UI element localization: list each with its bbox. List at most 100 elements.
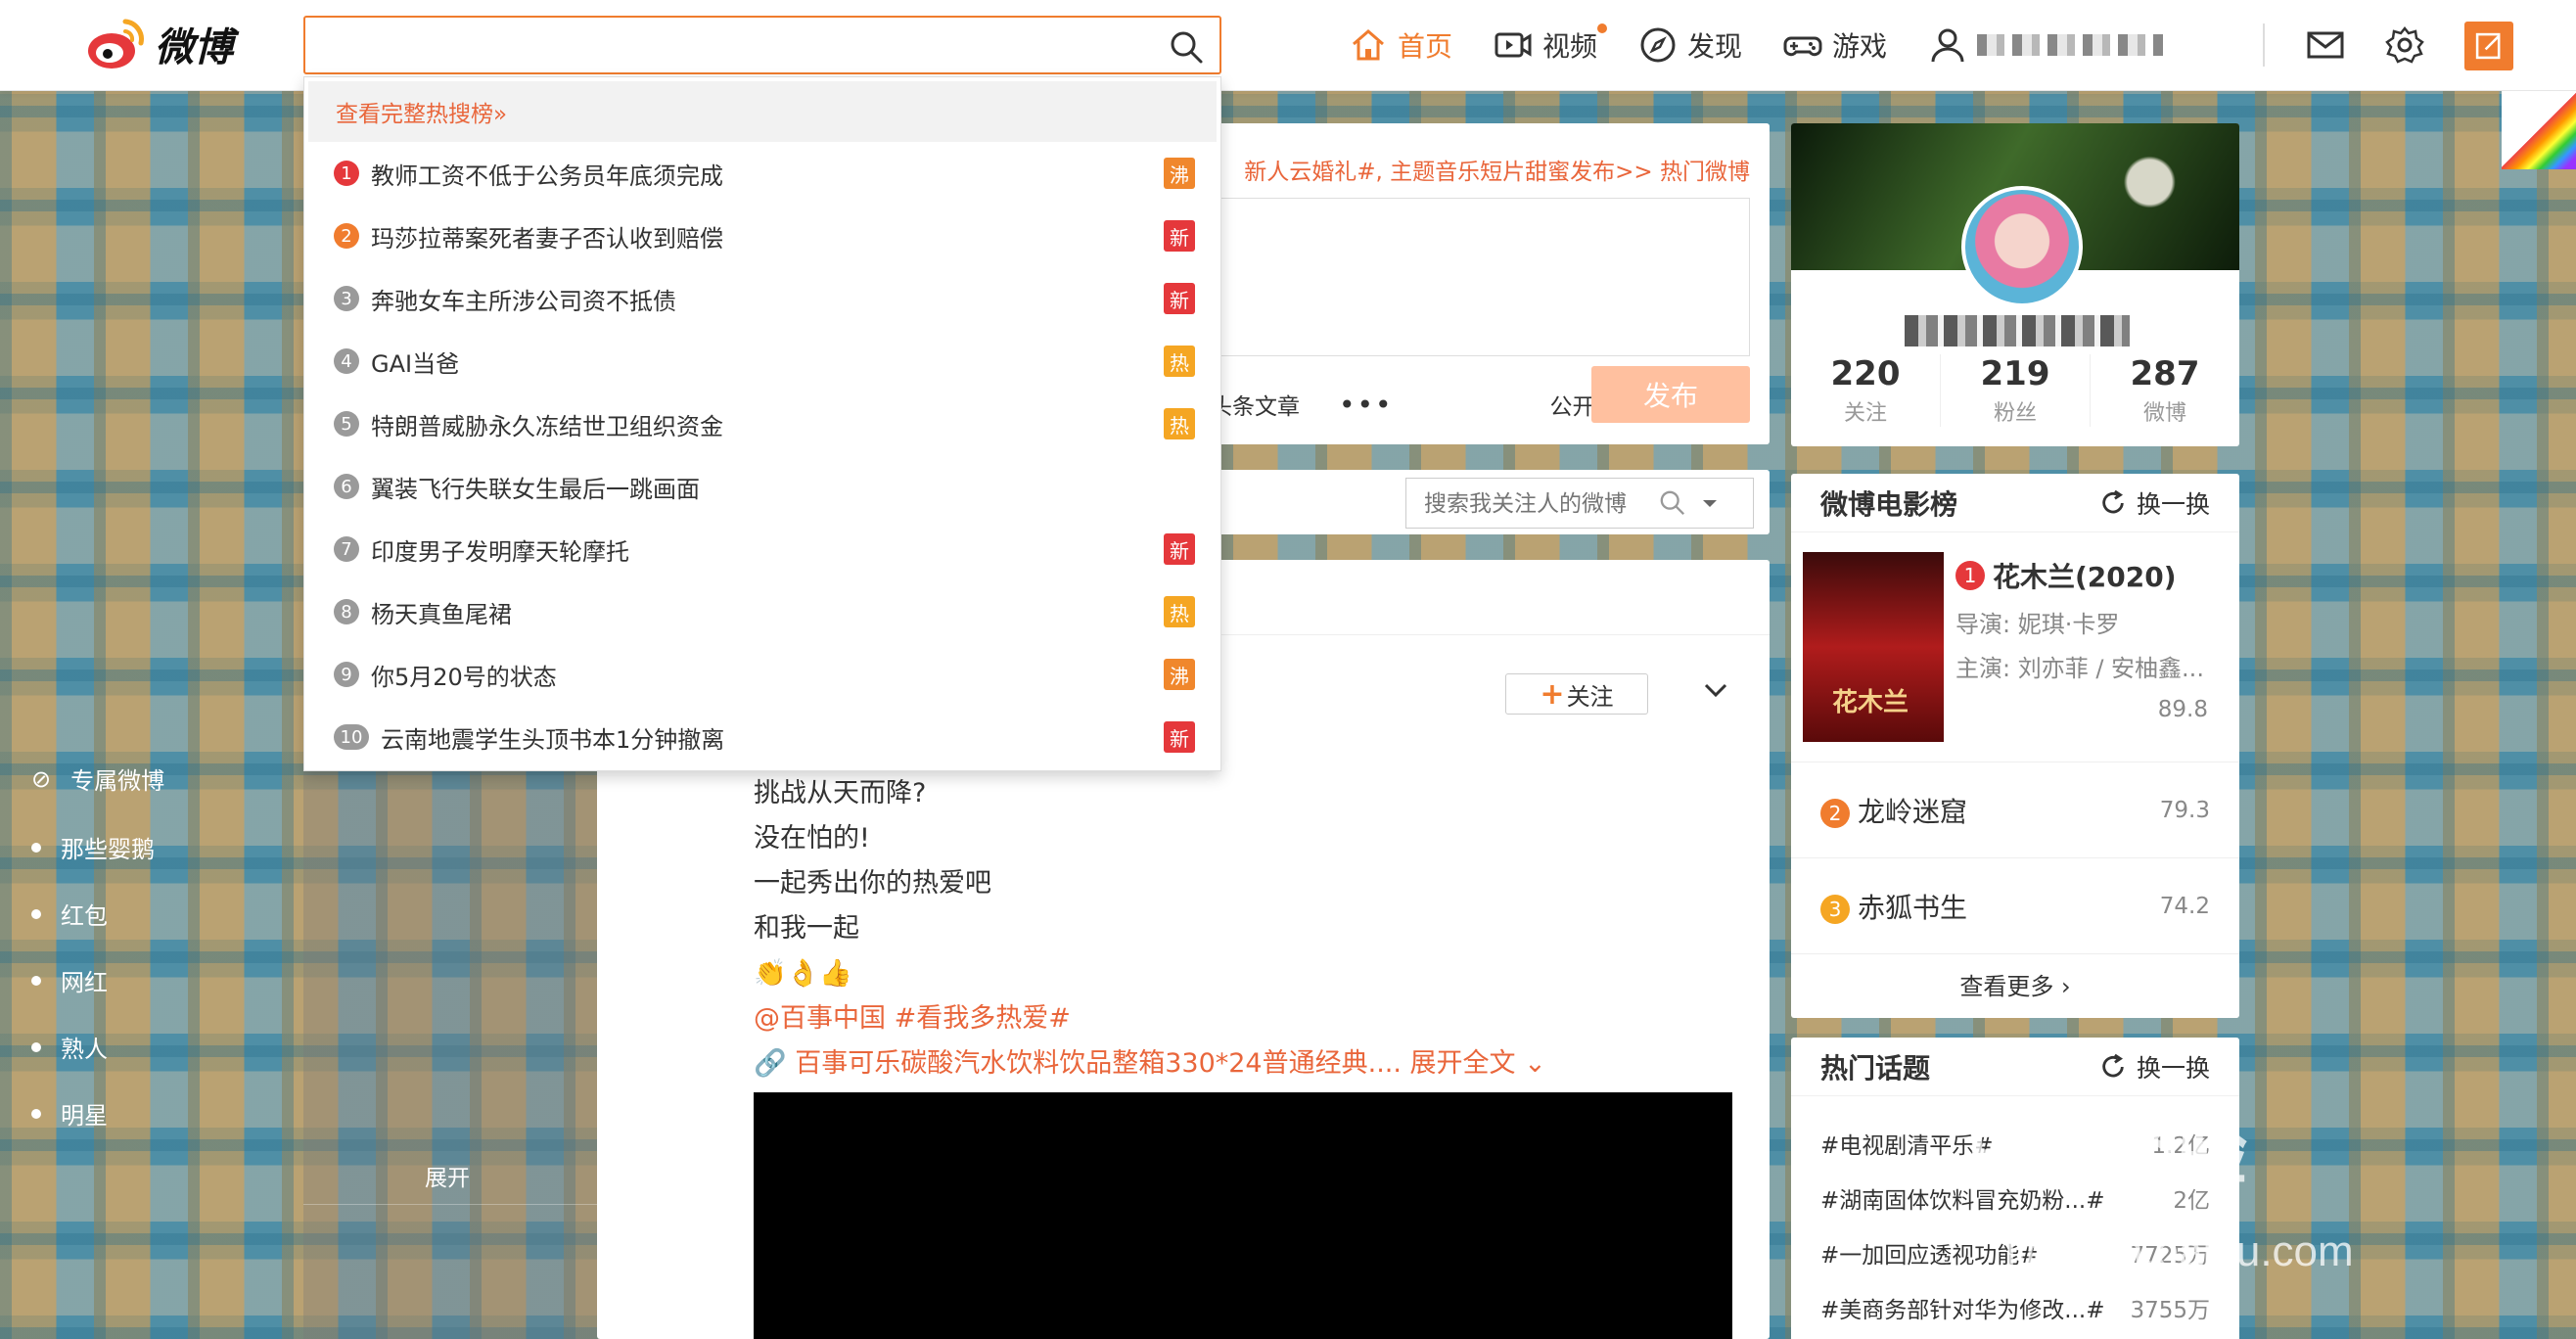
gear-icon[interactable] — [2385, 25, 2424, 65]
post-line: 没在怕的! — [754, 823, 870, 854]
composer-hint-link[interactable]: 新人云婚礼#, 主题音乐短片甜蜜发布>> 热门微博 — [1244, 153, 1750, 186]
stat-following[interactable]: 220 关注 — [1791, 354, 1941, 427]
nav-discover[interactable]: 发现 — [1638, 22, 1742, 69]
movie-top-entry[interactable]: 花木兰 1 花木兰(2020) 导演: 妮琪·卡罗 主演: 刘亦菲 / 安柚鑫..… — [1791, 532, 2239, 762]
movie-poster[interactable]: 花木兰 — [1803, 552, 1944, 742]
sidebar-item[interactable]: 明星 — [31, 1096, 108, 1131]
product-link-text[interactable]: 百事可乐碳酸汽水饮料饮品整箱330*24普通经典.... — [795, 1048, 1402, 1079]
rank-badge: 1 — [1955, 561, 1985, 590]
hot-search-item[interactable]: 3 奔驰女车主所涉公司资不抵债 新 — [304, 267, 1220, 330]
hot-search-item[interactable]: 5 特朗普威胁永久冻结世卫组织资金 热 — [304, 392, 1220, 455]
sidebar-item-label: 那些婴鹅 — [61, 836, 155, 863]
username-pixelated — [1977, 34, 2164, 56]
sidebar-item[interactable]: 红包 — [31, 897, 108, 931]
hot-search-text: 印度男子发明摩天轮摩托 — [371, 537, 629, 566]
publish-button[interactable]: 发布 — [1591, 366, 1750, 423]
nav-video[interactable]: 视频 — [1494, 22, 1608, 69]
movie-board-title: 微博电影榜 — [1820, 487, 1958, 521]
refresh-label: 换一换 — [2136, 489, 2210, 519]
hot-search-item[interactable]: 7 印度男子发明摩天轮摩托 新 — [304, 518, 1220, 580]
hot-search-item[interactable]: 1 教师工资不低于公务员年底须完成 沸 — [304, 142, 1220, 205]
see-more-link[interactable]: 查看更多 › — [1791, 954, 2239, 1019]
movie-name: 龙岭迷窟 — [1858, 795, 1968, 828]
topic-item[interactable]: #美商务部针对华为修改...# 3755万 — [1791, 1280, 2239, 1335]
article-tool[interactable]: 头条文章 — [1210, 388, 1300, 421]
hot-search-item[interactable]: 9 你5月20号的状态 沸 — [304, 643, 1220, 706]
feed-search-input[interactable] — [1424, 489, 1659, 517]
expand-full-text[interactable]: 展开全文 — [1410, 1048, 1516, 1079]
nav-games[interactable]: 游戏 — [1783, 22, 1887, 69]
rank-badge: 7 — [334, 536, 359, 562]
weibo-logo[interactable]: 微博 — [86, 16, 233, 72]
refresh-button[interactable]: 换一换 — [2099, 485, 2210, 521]
sidebar-expand[interactable]: 展开 — [425, 1159, 470, 1192]
nav-video-label: 视频 — [1542, 30, 1598, 63]
compose-button[interactable] — [2464, 22, 2513, 70]
boiling-tag: 沸 — [1164, 158, 1195, 189]
stat-fans[interactable]: 219 粉丝 — [1941, 354, 2091, 427]
corner-ribbon[interactable] — [2502, 91, 2576, 169]
rank-badge: 2 — [1820, 798, 1850, 828]
visibility-label: 公开 — [1549, 394, 1595, 420]
main-nav: 首页 视频 发现 游戏 — [1349, 22, 2204, 69]
search-icon[interactable] — [1659, 489, 1686, 517]
stat-number: 287 — [2130, 354, 2200, 393]
rank-badge: 2 — [334, 223, 359, 249]
edit-icon — [2475, 32, 2501, 60]
sidebar-item-label: 网红 — [61, 969, 108, 996]
hot-search-item[interactable]: 6 翼装飞行失联女生最后一跳画面 — [304, 455, 1220, 518]
search-input[interactable] — [305, 18, 1147, 72]
sidebar-item-label: 熟人 — [61, 1036, 108, 1063]
movie-director: 导演: 妮琪·卡罗 — [1955, 611, 2120, 638]
hot-search-item[interactable]: 4 GAI当爸 热 — [304, 330, 1220, 392]
composer-textarea[interactable] — [1167, 198, 1750, 356]
rank-badge: 5 — [334, 411, 359, 437]
hot-search-text: 翼装飞行失联女生最后一跳画面 — [371, 475, 700, 503]
movie-board-header: 微博电影榜 换一换 — [1791, 474, 2239, 532]
nav-discover-label: 发现 — [1687, 30, 1743, 63]
hot-search-item[interactable]: 2 玛莎拉蒂案死者妻子否认收到赔偿 新 — [304, 205, 1220, 267]
post-mentions[interactable]: @百事中国 #看我多热爱# — [754, 996, 1546, 1041]
topic-count: 3755万 — [2130, 1298, 2210, 1323]
watermark-url: jingyan.baidu.com — [2006, 1227, 2354, 1275]
post-product-link[interactable]: 🔗 百事可乐碳酸汽水饮料饮品整箱330*24普通经典.... 展开全文 ⌄ — [754, 1041, 1546, 1086]
follow-button[interactable]: + 关注 — [1505, 673, 1648, 715]
rank-badge: 10 — [334, 724, 369, 750]
more-tools[interactable]: ••• — [1339, 389, 1394, 421]
caret-down-icon[interactable] — [1700, 493, 1720, 513]
search-icon[interactable] — [1169, 29, 1204, 65]
rank-badge: 3 — [334, 286, 359, 311]
sidebar-item[interactable]: 熟人 — [31, 1030, 108, 1064]
bullet — [31, 842, 41, 853]
post-video-player[interactable] — [754, 1092, 1732, 1339]
nav-profile[interactable] — [1928, 22, 2164, 69]
movie-score: 74.2 — [2159, 893, 2210, 919]
bullet — [31, 1108, 41, 1119]
stat-posts[interactable]: 287 微博 — [2091, 354, 2239, 427]
sidebar-item-label: 明星 — [61, 1102, 108, 1130]
movie-board-card: 微博电影榜 换一换 花木兰 1 花木兰(2020) 导演: 妮琪·卡罗 主演: 刘… — [1791, 474, 2239, 1018]
feed-filter-bar — [1167, 470, 1770, 534]
nav-home[interactable]: 首页 — [1349, 22, 1452, 69]
chevron-down-icon: ⌄ — [1524, 1048, 1546, 1079]
sidebar-item[interactable]: 那些婴鹅 — [31, 830, 155, 864]
movie-name[interactable]: 花木兰(2020) — [1993, 561, 2177, 593]
home-icon — [1353, 29, 1384, 61]
chevron-down-icon[interactable] — [1701, 675, 1730, 705]
bullet — [31, 1041, 41, 1052]
hot-search-item[interactable]: 10 云南地震学生头顶书本1分钟撤离 新 — [304, 706, 1220, 768]
profile-name-pixelated[interactable] — [1905, 315, 2130, 346]
movie-entry[interactable]: 3 赤狐书生 74.2 — [1791, 858, 2239, 954]
sidebar-item[interactable]: 网红 — [31, 963, 108, 997]
avatar[interactable] — [1961, 186, 2083, 307]
logo-text: 微博 — [155, 25, 233, 70]
post-line: 一起秀出你的热爱吧 — [754, 868, 991, 899]
refresh-button[interactable]: 换一换 — [2099, 1049, 2210, 1085]
bullet — [31, 908, 41, 919]
view-full-hot-search[interactable]: 查看完整热搜榜» — [308, 81, 1217, 142]
rank-badge: 4 — [334, 348, 359, 374]
mail-icon[interactable] — [2306, 25, 2345, 65]
hot-search-item[interactable]: 8 杨天真鱼尾裙 热 — [304, 580, 1220, 643]
movie-entry[interactable]: 2 龙岭迷窟 79.3 — [1791, 762, 2239, 858]
sidebar-section-exclusive[interactable]: ⊘ 专属微博 — [31, 762, 164, 796]
